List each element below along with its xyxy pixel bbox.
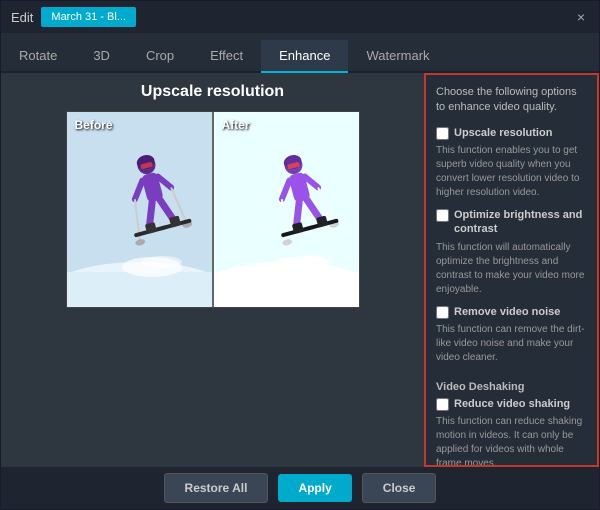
brightness-checkbox[interactable]: [436, 209, 449, 222]
after-image: [214, 112, 359, 307]
brightness-title: Optimize brightness and contrast: [454, 208, 587, 237]
tab-bar: Rotate 3D Crop Effect Enhance Watermark: [1, 33, 599, 73]
before-label: Before: [75, 118, 113, 132]
right-panel: Choose the following options to enhance …: [424, 73, 599, 467]
deshaking-section-header: Video Deshaking: [436, 381, 587, 393]
tab-rotate[interactable]: Rotate: [1, 40, 75, 73]
option-noise: Remove video noise This function can rem…: [436, 305, 587, 365]
title-bar: Edit March 31 - Bl... ×: [1, 1, 599, 33]
option-upscale-header: Upscale resolution: [436, 126, 587, 140]
option-deshake-header: Reduce video shaking: [436, 397, 587, 411]
close-button[interactable]: Close: [362, 473, 437, 503]
before-image: [67, 112, 212, 307]
panel-description: Choose the following options to enhance …: [436, 85, 587, 116]
deshake-checkbox[interactable]: [436, 398, 449, 411]
before-after-container: Before: [66, 111, 360, 308]
upscale-checkbox[interactable]: [436, 127, 449, 140]
tab-watermark[interactable]: Watermark: [348, 40, 447, 73]
upscale-title: Upscale resolution: [454, 126, 552, 140]
preview-title: Upscale resolution: [141, 83, 284, 101]
tab-effect[interactable]: Effect: [192, 40, 261, 73]
brightness-desc: This function will automatically optimiz…: [436, 241, 587, 297]
upscale-desc: This function enables you to get superb …: [436, 144, 587, 200]
noise-checkbox[interactable]: [436, 306, 449, 319]
restore-all-button[interactable]: Restore All: [164, 473, 269, 503]
title-bar-left: Edit March 31 - Bl...: [11, 7, 136, 27]
noise-title: Remove video noise: [454, 305, 560, 319]
bottom-bar: Restore All Apply Close: [1, 467, 599, 509]
preview-area: Upscale resolution Before: [1, 73, 424, 467]
option-noise-header: Remove video noise: [436, 305, 587, 319]
noise-desc: This function can remove the dirt-like v…: [436, 323, 587, 365]
apply-button[interactable]: Apply: [278, 474, 351, 502]
main-content: Upscale resolution Before: [1, 73, 599, 467]
option-deshake: Reduce video shaking This function can r…: [436, 397, 587, 467]
option-brightness-header: Optimize brightness and contrast: [436, 208, 587, 237]
window-title: Edit: [11, 10, 33, 25]
tab-3d[interactable]: 3D: [75, 40, 128, 73]
option-brightness: Optimize brightness and contrast This fu…: [436, 208, 587, 297]
edit-window: Edit March 31 - Bl... × Rotate 3D Crop E…: [0, 0, 600, 510]
tab-crop[interactable]: Crop: [128, 40, 192, 73]
after-label: After: [222, 118, 250, 132]
deshake-title: Reduce video shaking: [454, 397, 570, 411]
file-tab[interactable]: March 31 - Bl...: [41, 7, 136, 27]
after-preview: After: [214, 112, 359, 307]
tab-enhance[interactable]: Enhance: [261, 40, 348, 73]
before-preview: Before: [67, 112, 212, 307]
window-close-button[interactable]: ×: [573, 9, 589, 25]
option-upscale: Upscale resolution This function enables…: [436, 126, 587, 200]
deshake-desc: This function can reduce shaking motion …: [436, 415, 587, 467]
